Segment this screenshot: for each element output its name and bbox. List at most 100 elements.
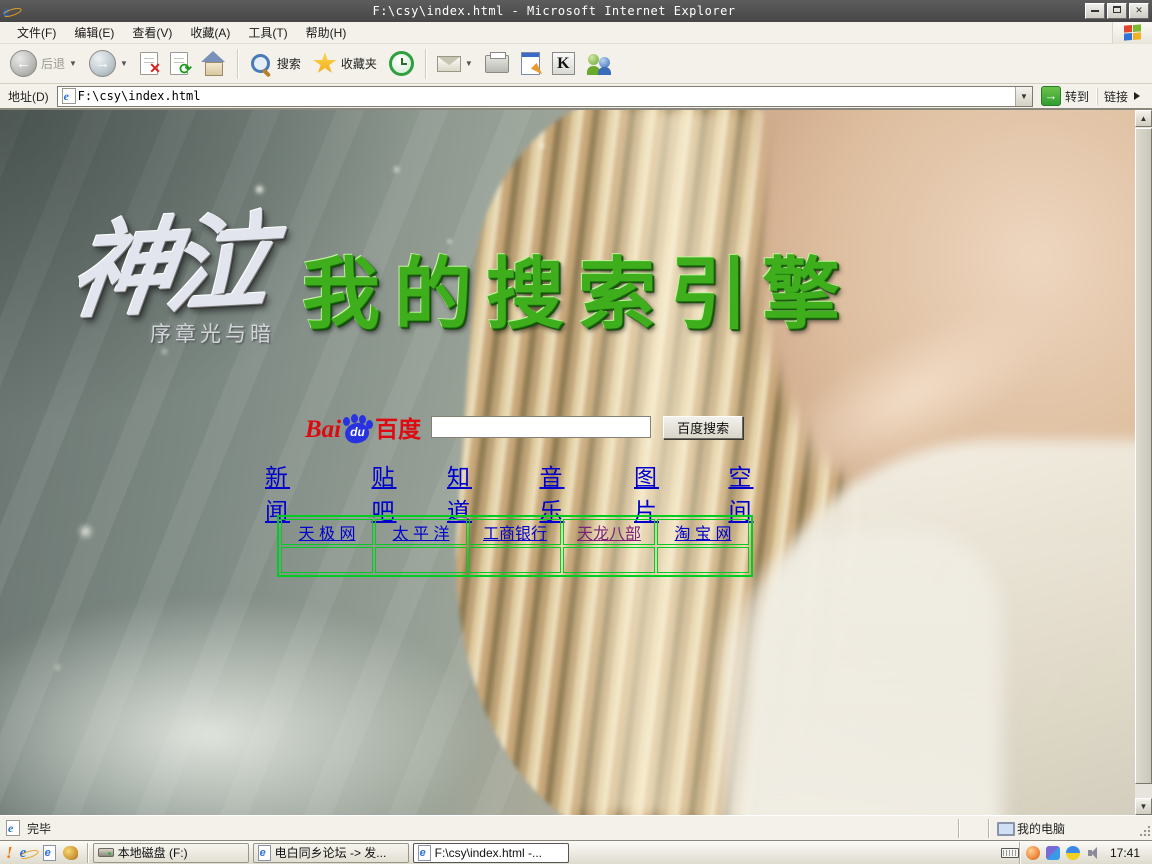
quick-launch-bird-icon[interactable] <box>63 846 78 860</box>
scroll-up-icon[interactable]: ▲ <box>1135 110 1152 127</box>
ie-doc-icon: e <box>418 845 431 861</box>
my-computer-icon <box>997 822 1012 835</box>
wps-button[interactable]: K <box>548 50 579 77</box>
site-link-taobao[interactable]: 淘 宝 网 <box>675 526 732 543</box>
restore-button[interactable] <box>1107 3 1127 19</box>
address-field: e ▼ <box>57 86 1033 107</box>
tray-app-icon[interactable] <box>1046 846 1060 860</box>
home-icon <box>200 54 226 76</box>
tray-messenger-icon[interactable] <box>1026 846 1040 860</box>
baidu-search-input[interactable] <box>431 416 651 438</box>
site-link-tianji[interactable]: 天 极 网 <box>299 526 356 543</box>
window-title: F:\csy\index.html - Microsoft Internet E… <box>23 4 1085 18</box>
go-arrow-icon: → <box>1041 86 1061 106</box>
baidu-logo[interactable]: Bai du 百度 <box>305 410 421 444</box>
stop-icon: ✕ <box>140 52 158 75</box>
baidu-search-button[interactable]: 百度搜索 <box>663 416 743 439</box>
site-link-icbc[interactable]: 工商银行 <box>483 526 547 543</box>
baidu-cn-text: 百度 <box>375 410 421 444</box>
links-expand-icon <box>1134 92 1140 100</box>
edit-button[interactable] <box>517 50 544 77</box>
forward-icon: → <box>89 50 116 77</box>
back-dropdown-icon[interactable]: ▼ <box>69 59 77 68</box>
refresh-icon: ⟳ <box>170 52 188 75</box>
task-button-index-html[interactable]: e F:\csy\index.html -... <box>413 843 569 863</box>
links-toolbar[interactable]: 链接 <box>1097 88 1148 105</box>
mail-icon <box>437 56 461 72</box>
menu-tools[interactable]: 工具(T) <box>239 21 296 44</box>
address-bar: 地址(D) e ▼ → 转到 链接 <box>0 84 1152 110</box>
menu-file[interactable]: 文件(F) <box>8 21 65 44</box>
window-controls: ✕ <box>1085 3 1149 19</box>
history-icon <box>389 51 414 76</box>
search-label: 搜索 <box>277 55 301 72</box>
task-button-forum[interactable]: e 电白同乡论坛 -> 发... <box>253 843 409 863</box>
quick-launch: ! e e <box>2 843 84 863</box>
site-link-pconline[interactable]: 太 平 洋 <box>393 526 450 543</box>
stop-button[interactable]: ✕ <box>136 50 162 77</box>
address-label: 地址(D) <box>4 88 53 105</box>
back-button[interactable]: ← 后退 ▼ <box>6 48 81 79</box>
quick-launch-app-icon[interactable]: ! <box>6 843 13 863</box>
tray-update-icon[interactable] <box>1066 846 1080 860</box>
titlebar: e F:\csy\index.html - Microsoft Internet… <box>0 0 1152 22</box>
site-link-tianlongbabu[interactable]: 天龙八部 <box>577 526 641 543</box>
history-button[interactable] <box>385 49 418 78</box>
back-label: 后退 <box>41 55 65 72</box>
input-method-keyboard-icon[interactable] <box>1001 848 1019 858</box>
quick-launch-ie-doc-icon[interactable]: e <box>43 845 56 861</box>
browser-viewport: 神泣 序章光与暗 我的搜索引擎 Bai du 百度 百度搜索 新闻 贴吧 知道 … <box>0 110 1152 815</box>
edit-icon <box>521 52 540 75</box>
scroll-down-icon[interactable]: ▼ <box>1135 798 1152 815</box>
minimize-button[interactable] <box>1085 3 1105 19</box>
system-tray: 17:41 <box>1019 842 1150 864</box>
print-button[interactable] <box>481 53 513 75</box>
search-button[interactable]: 搜索 <box>245 50 305 78</box>
ie-logo-icon: e <box>3 3 19 19</box>
address-dropdown-icon[interactable]: ▼ <box>1015 87 1032 106</box>
forward-dropdown-icon[interactable]: ▼ <box>120 59 128 68</box>
links-label: 链接 <box>1104 88 1128 105</box>
baidu-du-text: du <box>350 425 365 439</box>
resize-grip[interactable] <box>1138 819 1152 838</box>
taskbar-clock: 17:41 <box>1106 846 1144 860</box>
menu-edit[interactable]: 编辑(E) <box>65 21 123 44</box>
refresh-button[interactable]: ⟳ <box>166 50 192 77</box>
forward-button[interactable]: → ▼ <box>85 48 132 79</box>
windows-flag-icon <box>1124 24 1141 40</box>
table-row: 天 极 网 太 平 洋 工商银行 天龙八部 淘 宝 网 <box>281 519 749 545</box>
print-icon <box>485 55 509 73</box>
status-message: 完毕 <box>27 820 51 837</box>
search-icon <box>249 52 273 76</box>
address-input[interactable] <box>78 88 1015 105</box>
menu-help[interactable]: 帮助(H) <box>297 21 356 44</box>
page-scrollbar: ▲ ▼ <box>1135 110 1152 815</box>
go-button[interactable]: → 转到 <box>1037 85 1093 107</box>
mail-button[interactable]: ▼ <box>433 54 477 74</box>
windows-logo-panel <box>1112 22 1152 44</box>
standard-toolbar: ← 后退 ▼ → ▼ ✕ ⟳ 搜索 <box>0 44 1152 84</box>
site-links-table: 天 极 网 太 平 洋 工商银行 天龙八部 淘 宝 网 <box>277 515 753 577</box>
scrollbar-thumb[interactable] <box>1135 128 1152 784</box>
messenger-button[interactable] <box>583 50 615 77</box>
messenger-icon <box>587 52 611 75</box>
table-row <box>281 547 749 573</box>
menu-bar: 文件(F) 编辑(E) 查看(V) 收藏(A) 工具(T) 帮助(H) <box>0 22 1152 44</box>
close-button[interactable]: ✕ <box>1129 3 1149 19</box>
ie-doc-icon: e <box>258 845 271 861</box>
menu-view[interactable]: 查看(V) <box>123 21 181 44</box>
task-button-local-disk[interactable]: 本地磁盘 (F:) <box>93 843 249 863</box>
toolbar-separator <box>425 49 426 79</box>
favorites-button[interactable]: 收藏夹 <box>309 50 381 77</box>
zone-label: 我的电脑 <box>1017 820 1065 837</box>
status-bar: e 完毕 我的电脑 <box>0 815 1152 840</box>
page-ie-icon: e <box>62 88 76 104</box>
volume-icon[interactable] <box>1086 846 1100 860</box>
status-ie-icon: e <box>6 820 20 836</box>
mail-dropdown-icon[interactable]: ▼ <box>465 59 473 68</box>
home-button[interactable] <box>196 49 230 78</box>
quick-launch-ie-icon[interactable]: e <box>20 845 36 861</box>
back-icon: ← <box>10 50 37 77</box>
menu-favorites[interactable]: 收藏(A) <box>181 21 239 44</box>
taskbar-separator <box>87 843 88 863</box>
